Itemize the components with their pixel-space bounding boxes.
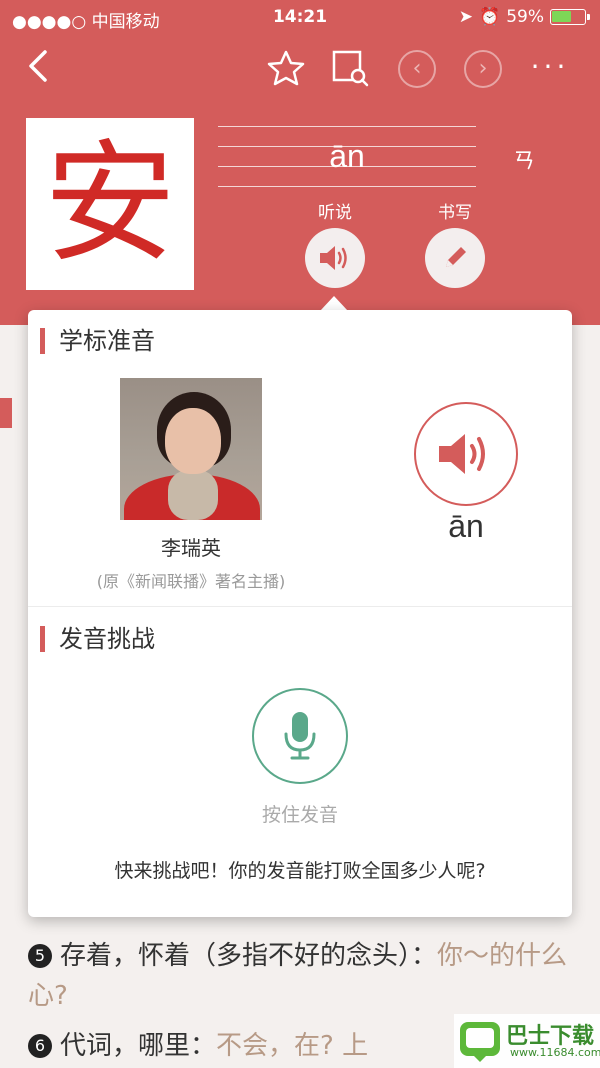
listen-label: 听说 <box>318 203 352 223</box>
pinyin-lines: ān <box>218 126 476 188</box>
standard-section-title: 学标准音 <box>40 328 155 354</box>
back-icon <box>29 50 47 82</box>
challenge-prompt: 快来挑战吧！你的发音能打败全国多少人呢? <box>114 860 486 882</box>
announcer-photo <box>120 378 262 520</box>
more-icon: ··· <box>530 49 570 83</box>
pronunciation-popup: 学标准音 李瑞英 (原《新闻联播》著名主播) ān 发音挑战 按住发音 快来挑战… <box>28 310 572 917</box>
definition-number: 5 <box>28 944 52 968</box>
popup-arrow <box>320 296 348 311</box>
watermark: 巴士下载 www.11684.com <box>454 1014 600 1068</box>
definition-number: 6 <box>28 1034 52 1058</box>
next-icon: › <box>478 56 488 81</box>
announcer-desc: (原《新闻联播》著名主播) <box>96 572 286 591</box>
definition-item: 5 存着，怀着（多指不好的念头）：你～的什么心? <box>28 936 568 1016</box>
nav-bar: ‹ › ··· <box>0 40 600 94</box>
search-book-icon <box>332 50 369 87</box>
back-button[interactable] <box>18 46 58 86</box>
prev-icon: ‹ <box>412 56 422 81</box>
definition-example: 不会，在? 上 <box>216 1031 369 1061</box>
star-icon <box>267 50 305 86</box>
status-right: ➤ ⏰ 59% <box>458 7 590 27</box>
status-bar: ●●●●○ 中国移动 14:21 ➤ ⏰ 59% <box>0 0 600 34</box>
battery-percent: 59% <box>506 7 544 27</box>
zhuyin-text: ㄢ <box>513 149 536 174</box>
definition-text: 存着，怀着（多指不好的念头）： <box>60 941 438 971</box>
listen-button[interactable] <box>305 228 365 288</box>
alarm-icon: ⏰ <box>479 7 501 27</box>
next-button[interactable]: › <box>464 50 502 88</box>
search-book-button[interactable] <box>328 46 372 90</box>
definition-item: 6 代词，哪里：不会，在? 上 <box>28 1026 468 1066</box>
favorite-button[interactable] <box>264 46 308 90</box>
character-box: 安 <box>26 118 194 290</box>
pinyin-text: ān <box>329 138 365 174</box>
popup-divider <box>28 606 572 607</box>
write-button[interactable] <box>425 228 485 288</box>
section-marker <box>0 398 12 428</box>
header: ●●●●○ 中国移动 14:21 ➤ ⏰ 59% ‹ › ··· 安 ān ㄢ … <box>0 0 600 325</box>
speaker-icon <box>439 434 485 474</box>
watermark-logo-icon <box>460 1022 500 1062</box>
mic-icon <box>284 712 316 760</box>
write-label: 书写 <box>438 203 472 223</box>
more-button[interactable]: ··· <box>522 44 578 88</box>
hold-to-record-label: 按住发音 <box>261 804 338 826</box>
pinyin-line <box>218 186 476 187</box>
location-icon: ➤ <box>458 7 474 27</box>
pinyin-line <box>218 126 476 127</box>
character-glyph: 安 <box>44 127 176 281</box>
play-standard-button[interactable] <box>414 402 518 506</box>
speaker-icon <box>320 246 347 270</box>
definition-text: 代词，哪里： <box>60 1031 217 1061</box>
watermark-url: www.11684.com <box>510 1046 600 1059</box>
prev-button[interactable]: ‹ <box>398 50 436 88</box>
photo-scarf <box>168 470 218 520</box>
popup-pinyin: ān <box>448 508 484 544</box>
announcer-name: 李瑞英 <box>161 536 221 560</box>
battery-icon <box>550 9 590 25</box>
challenge-section-title: 发音挑战 <box>40 626 155 652</box>
photo-face <box>165 408 221 474</box>
record-button[interactable] <box>252 688 348 784</box>
pencil-icon <box>446 247 466 267</box>
